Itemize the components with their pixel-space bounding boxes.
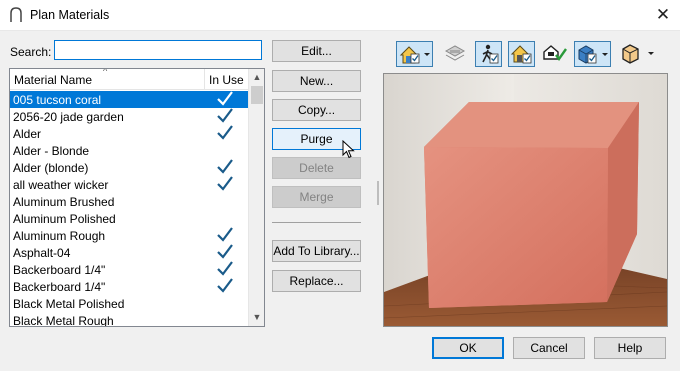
scroll-thumb[interactable] — [251, 86, 263, 104]
table-row[interactable]: Alder (blonde) — [10, 159, 248, 176]
house-view-button[interactable] — [396, 41, 433, 67]
new-button[interactable]: New... — [272, 70, 361, 92]
list-scrollbar[interactable]: ▲ ▼ — [248, 69, 264, 326]
material-check-icon — [543, 45, 567, 62]
material-name: Backerboard 1/4" — [13, 280, 106, 294]
material-name: Asphalt-04 — [13, 246, 71, 260]
splitter-handle[interactable] — [377, 181, 379, 205]
table-row[interactable]: Black Metal Rough — [10, 312, 248, 327]
table-row[interactable]: Alder - Blonde — [10, 142, 248, 159]
material-name: Aluminum Brushed — [13, 195, 115, 209]
sort-ascending-icon: ^ — [103, 68, 108, 76]
table-row[interactable]: Aluminum Brushed — [10, 193, 248, 210]
add-to-library-button[interactable]: Add To Library... — [272, 240, 361, 262]
edit-button[interactable]: Edit... — [272, 40, 361, 62]
in-use-check-icon — [217, 278, 233, 293]
material-name: all weather wicker — [13, 178, 109, 192]
table-row[interactable]: Asphalt-04 — [10, 244, 248, 261]
merge-button[interactable]: Merge — [272, 186, 361, 208]
preview-render — [384, 74, 667, 326]
close-icon[interactable]: ✕ — [651, 3, 675, 27]
material-name: Aluminum Polished — [13, 212, 116, 226]
ok-button[interactable]: OK — [432, 337, 504, 359]
column-header-material-name[interactable]: Material Name — [14, 73, 92, 87]
search-label: Search: — [10, 45, 52, 59]
cube-check-button[interactable] — [574, 41, 611, 67]
button-divider — [272, 222, 361, 223]
in-use-check-icon — [217, 108, 233, 123]
house-check-icon — [510, 45, 532, 64]
table-row[interactable]: Aluminum Rough — [10, 227, 248, 244]
in-use-check-icon — [217, 91, 233, 106]
table-row[interactable]: 2056-20 jade garden — [10, 108, 248, 125]
box-view-icon — [622, 44, 654, 64]
scroll-up-icon[interactable]: ▲ — [249, 69, 264, 86]
table-row[interactable]: Backerboard 1/4" — [10, 261, 248, 278]
in-use-check-icon — [217, 261, 233, 276]
help-button[interactable]: Help — [594, 337, 666, 359]
table-row[interactable]: Aluminum Polished — [10, 210, 248, 227]
delete-button[interactable]: Delete — [272, 157, 361, 179]
table-row[interactable]: all weather wicker — [10, 176, 248, 193]
app-logo-icon — [10, 7, 22, 22]
material-name: 005 tucson coral — [13, 93, 102, 107]
scroll-down-icon[interactable]: ▼ — [249, 309, 264, 326]
material-list[interactable]: ^ Material Name In Use 005 tucson coral 2… — [9, 68, 265, 327]
material-name: Black Metal Polished — [13, 297, 125, 311]
title-divider — [0, 30, 680, 31]
material-name: Backerboard 1/4" — [13, 263, 106, 277]
material-name: Alder - Blonde — [13, 144, 90, 158]
mouse-pointer-icon — [342, 140, 355, 159]
material-preview[interactable] — [383, 73, 668, 327]
material-name: Alder — [13, 127, 42, 141]
title-bar: Plan Materials ✕ — [0, 0, 680, 30]
layer-stack-icon — [444, 45, 466, 61]
in-use-check-icon — [217, 176, 233, 191]
house-check-button[interactable] — [508, 41, 535, 67]
material-check-button[interactable] — [541, 41, 568, 67]
walkthrough-button[interactable] — [475, 41, 502, 67]
material-name: Alder (blonde) — [13, 161, 89, 175]
table-row[interactable]: Backerboard 1/4" — [10, 278, 248, 295]
table-row[interactable]: Black Metal Polished — [10, 295, 248, 312]
cube-check-icon — [578, 45, 608, 64]
in-use-check-icon — [217, 244, 233, 259]
material-rows: 005 tucson coral 2056-20 jade garden Alder… — [10, 91, 248, 327]
replace-button[interactable]: Replace... — [272, 270, 361, 292]
column-divider[interactable] — [204, 69, 205, 89]
in-use-check-icon — [217, 159, 233, 174]
material-name: Aluminum Rough — [13, 229, 106, 243]
box-view-button[interactable] — [618, 41, 658, 67]
copy-button[interactable]: Copy... — [272, 99, 361, 121]
window-title: Plan Materials — [30, 8, 110, 22]
column-header-in-use[interactable]: In Use — [209, 73, 244, 87]
in-use-check-icon — [217, 227, 233, 242]
in-use-check-icon — [217, 125, 233, 140]
house-view-icon — [399, 46, 430, 64]
layer-stack-button[interactable] — [441, 41, 469, 67]
walkthrough-person-icon — [482, 44, 499, 64]
material-name: 2056-20 jade garden — [13, 110, 124, 124]
list-header: ^ Material Name In Use — [10, 69, 248, 90]
table-row[interactable]: Alder — [10, 125, 248, 142]
search-input[interactable] — [54, 40, 262, 60]
table-row[interactable]: 005 tucson coral — [10, 91, 248, 108]
material-name: Black Metal Rough — [13, 314, 114, 327]
cancel-button[interactable]: Cancel — [513, 337, 585, 359]
